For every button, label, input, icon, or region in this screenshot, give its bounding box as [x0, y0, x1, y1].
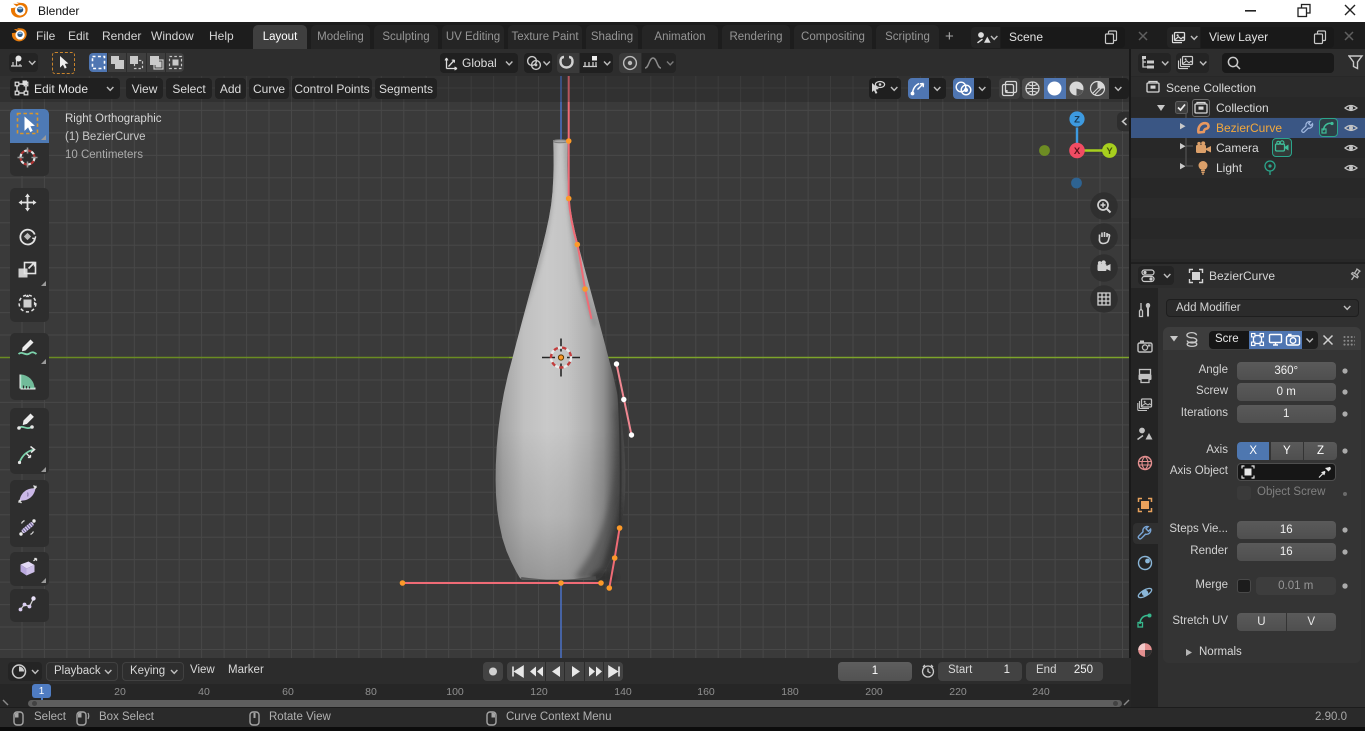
svg-text:20: 20	[114, 686, 126, 698]
svg-text:140: 140	[614, 686, 632, 698]
svg-text:100: 100	[446, 686, 464, 698]
svg-text:240: 240	[1032, 686, 1050, 698]
svg-text:Y: Y	[1106, 146, 1113, 157]
svg-text:80: 80	[365, 686, 377, 698]
svg-text:200: 200	[865, 686, 883, 698]
svg-text:X: X	[1074, 146, 1081, 157]
svg-text:60: 60	[282, 686, 294, 698]
svg-text:180: 180	[781, 686, 799, 698]
svg-text:120: 120	[530, 686, 548, 698]
svg-text:Global: Global	[462, 56, 497, 70]
svg-text:220: 220	[949, 686, 967, 698]
svg-text:40: 40	[198, 686, 210, 698]
svg-text:160: 160	[697, 686, 715, 698]
svg-text:Z: Z	[1074, 115, 1080, 126]
